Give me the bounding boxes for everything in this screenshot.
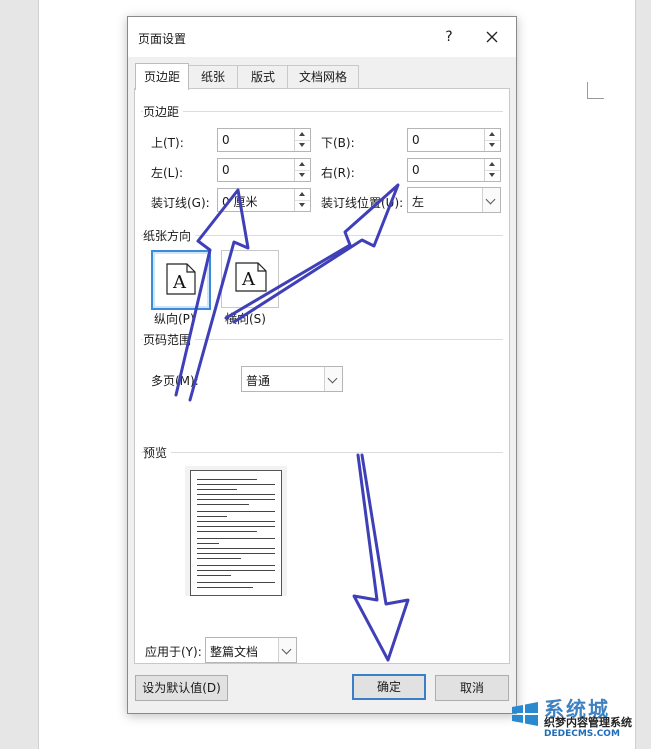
svg-text:A: A xyxy=(241,269,256,290)
chevron-down-icon[interactable] xyxy=(482,188,500,212)
svg-text:A: A xyxy=(172,272,187,293)
close-icon[interactable] xyxy=(480,25,504,49)
top-margin-label: 上(T): xyxy=(151,136,184,150)
section-divider xyxy=(141,339,503,340)
gutter-position-select[interactable]: 左 xyxy=(407,187,501,213)
multiple-pages-select[interactable]: 普通 xyxy=(241,366,343,392)
gutter-label: 装订线(G): xyxy=(151,196,210,210)
top-margin-input[interactable]: 0 xyxy=(217,128,311,152)
section-pages-label: 页码范围 xyxy=(143,331,196,348)
watermark: 系统城 织梦内容管理系统 DEDECMS.COM xyxy=(510,693,651,749)
section-divider xyxy=(141,452,503,453)
watermark-en: DEDECMS.COM xyxy=(544,729,620,739)
spin-down-icon[interactable] xyxy=(485,140,500,151)
help-button[interactable]: ? xyxy=(438,26,460,48)
portrait-page-icon: A xyxy=(166,263,196,295)
page-preview xyxy=(185,466,287,596)
spin-down-icon[interactable] xyxy=(295,200,310,211)
dialog-titlebar: 页面设置 ? xyxy=(128,17,516,57)
chevron-down-icon[interactable] xyxy=(278,638,296,662)
gutter-input[interactable]: 0 厘米 xyxy=(217,188,311,212)
bottom-margin-label: 下(B): xyxy=(321,136,355,150)
left-margin-input[interactable]: 0 xyxy=(217,158,311,182)
spin-down-icon[interactable] xyxy=(485,170,500,181)
spin-down-icon[interactable] xyxy=(295,140,310,151)
tab-panel-margins: 页边距 上(T): 0 下(B): 0 左(L): 0 右(R): 0 装订线(… xyxy=(134,88,510,664)
landscape-page-icon: A xyxy=(235,262,267,292)
section-margins-label: 页边距 xyxy=(143,103,184,120)
preview-page xyxy=(190,470,282,596)
section-orientation-label: 纸张方向 xyxy=(143,227,196,244)
right-margin-label: 右(R): xyxy=(321,166,355,180)
tab-paper[interactable]: 纸张 xyxy=(187,65,239,88)
bottom-margin-input[interactable]: 0 xyxy=(407,128,501,152)
tab-document-grid[interactable]: 文档网格 xyxy=(287,65,359,88)
section-divider xyxy=(141,111,503,112)
multiple-pages-label: 多页(M): xyxy=(151,374,199,388)
spin-down-icon[interactable] xyxy=(295,170,310,181)
set-default-button[interactable]: 设为默认值(D) xyxy=(135,675,228,701)
right-margin-input[interactable]: 0 xyxy=(407,158,501,182)
section-preview-label: 预览 xyxy=(143,444,172,461)
margin-corner-marker xyxy=(587,82,604,99)
gutter-position-label: 装订线位置(U): xyxy=(321,196,404,210)
dialog-title: 页面设置 xyxy=(138,32,187,46)
page-setup-dialog: 页面设置 ? 页边距 纸张 版式 文档网格 页边距 上(T): 0 下(B): … xyxy=(127,16,517,714)
chevron-down-icon[interactable] xyxy=(324,367,342,391)
left-margin-label: 左(L): xyxy=(151,166,184,180)
apply-to-label: 应用于(Y): xyxy=(145,645,202,659)
landscape-label: 横向(S) xyxy=(225,312,266,326)
portrait-option[interactable]: A xyxy=(151,250,211,310)
section-divider xyxy=(141,235,503,236)
watermark-cn: 织梦内容管理系统 xyxy=(544,716,632,729)
tab-layout[interactable]: 版式 xyxy=(237,65,289,88)
apply-to-select[interactable]: 整篇文档 xyxy=(205,637,297,663)
portrait-label: 纵向(P) xyxy=(154,312,195,326)
tab-margins[interactable]: 页边距 xyxy=(135,63,189,90)
ok-button[interactable]: 确定 xyxy=(352,674,426,700)
windows-logo-icon xyxy=(512,702,538,726)
cancel-button[interactable]: 取消 xyxy=(435,675,509,701)
landscape-option[interactable]: A xyxy=(221,250,279,308)
